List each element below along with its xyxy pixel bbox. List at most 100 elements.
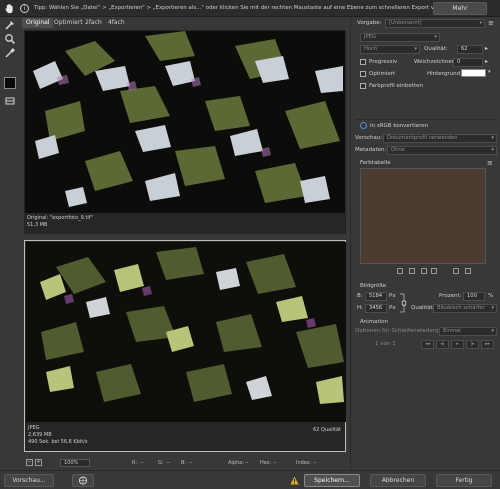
optimized-checkbox[interactable] [360, 71, 366, 77]
save-button[interactable]: Speichern... [304, 474, 360, 487]
browser-preview-button[interactable] [72, 474, 94, 487]
optimized-label: Optimiert [369, 71, 396, 77]
previous-frame-icon[interactable]: ◂| [436, 340, 449, 349]
index-value: -- [313, 460, 317, 466]
settings-panel: Vorgabe: [Unbenannt] ≡ JPEG Hoch Qualitä… [350, 17, 500, 470]
resample-label: Qualität: [411, 305, 435, 311]
preset-menu-icon[interactable]: ≡ [488, 19, 494, 27]
preset-select[interactable]: [Unbenannt] [385, 19, 485, 28]
convert-srgb-checkbox[interactable] [360, 122, 367, 129]
g-value: -- [166, 460, 170, 466]
preview-button[interactable]: Vorschau... [4, 474, 54, 487]
zoom-select[interactable]: 100% [60, 459, 90, 467]
zoom-out-icon[interactable]: − [26, 459, 33, 466]
percent-input[interactable]: 100 [463, 292, 485, 301]
optimized-download-time: 490 Sek. bei 56,6 Kbit/s [28, 439, 88, 445]
quality-dropdown-icon[interactable]: ▸ [485, 45, 488, 52]
status-bar: − + 100% R: -- G: -- B: -- Alpha: -- Hex… [20, 457, 350, 469]
last-frame-icon[interactable]: ▸▸ [481, 340, 494, 349]
height-label: H: [357, 305, 363, 311]
hex-label: Hex: [260, 460, 272, 466]
g-label: G: [158, 460, 164, 466]
zoom-tool-icon[interactable] [4, 33, 16, 45]
r-value: -- [140, 460, 144, 466]
warning-icon [290, 476, 299, 485]
metadata-label: Metadaten: [355, 147, 387, 153]
preset-label: Vorgabe: [357, 20, 382, 26]
tab-4up[interactable]: 4fach [104, 18, 129, 28]
format-select[interactable]: JPEG [360, 33, 440, 42]
zoom-in-icon[interactable]: + [35, 459, 42, 466]
hand-tool-icon[interactable] [4, 3, 15, 14]
optimized-caption: JPEG 2,639 MB 490 Sek. bei 56,6 Kbit/s [28, 425, 88, 446]
alpha-value: -- [245, 460, 249, 466]
embed-profile-checkbox[interactable] [360, 83, 366, 89]
original-filesize: 51,3 MB [27, 222, 48, 228]
done-button[interactable]: Fertig [436, 474, 492, 487]
next-frame-icon[interactable]: |▸ [466, 340, 479, 349]
height-input[interactable]: 3456 [365, 304, 387, 313]
width-unit: Px [389, 293, 396, 299]
height-unit: Px [389, 305, 396, 311]
resample-select[interactable]: Bikubisch schärfer [433, 304, 497, 313]
footer: Vorschau... Speichern... Abbrechen Ferti… [0, 470, 500, 489]
delete-color-icon[interactable] [465, 268, 471, 274]
play-icon[interactable]: ▸ [451, 340, 464, 349]
color-table[interactable] [360, 168, 486, 264]
optimized-preview-image[interactable] [26, 242, 346, 422]
color-palette-icon[interactable] [431, 268, 437, 274]
toggle-slices-icon[interactable] [4, 95, 16, 107]
tip-bar: i Tipp: Wählen Sie „Datei“ > „Exportiere… [0, 0, 500, 17]
new-color-icon[interactable] [453, 268, 459, 274]
eyedropper-color-swatch[interactable] [4, 77, 16, 89]
link-proportions-icon[interactable] [399, 292, 407, 314]
color-table-menu-icon[interactable]: ≡ [487, 159, 493, 167]
embed-profile-label: Farbprofil einbetten [369, 83, 423, 89]
lock-color-icon[interactable] [397, 268, 403, 274]
eyedropper-tool-icon[interactable] [4, 47, 16, 59]
progressive-label: Progressiv [369, 59, 398, 65]
alpha-label: Alpha: [228, 460, 244, 466]
slice-select-tool-icon[interactable] [4, 19, 16, 31]
view-tabs: Original Optimiert 2fach 4fach [20, 17, 350, 29]
tab-original[interactable]: Original [22, 18, 54, 28]
more-button[interactable]: Mehr [433, 2, 487, 15]
image-size-label: Bildgröße [360, 283, 387, 289]
progressive-checkbox[interactable] [360, 59, 366, 65]
b-label: B: [181, 460, 187, 466]
optimized-filesize: 2,639 MB [28, 432, 52, 438]
original-preview-pane: Original: "exportfoto_9.tif" 51,3 MB [24, 30, 346, 234]
animation-controls: ◂◂ ◂| ▸ |▸ ▸▸ [421, 340, 500, 349]
metadata-select[interactable]: Ohne [387, 146, 497, 155]
optimized-format: JPEG [28, 425, 40, 431]
first-frame-icon[interactable]: ◂◂ [421, 340, 434, 349]
matte-color-swatch[interactable] [461, 69, 486, 77]
original-preview-image[interactable] [25, 31, 345, 213]
matte-label: Hintergrund: [427, 71, 462, 77]
lock-icon[interactable] [421, 268, 427, 274]
width-label: B: [357, 293, 363, 299]
b-value: -- [189, 460, 193, 466]
optimized-quality: 62 Qualität [313, 427, 341, 433]
original-caption: Original: "exportfoto_9.tif" 51,3 MB [27, 215, 93, 229]
quality-input[interactable]: 62 [457, 45, 483, 54]
optimized-preview-pane: JPEG 2,639 MB 490 Sek. bei 56,6 Kbit/s 6… [24, 240, 346, 452]
loop-options-label: Optionen für Schleifenwiedergabe: [355, 328, 451, 334]
blur-label: Weichzeichnen: [414, 59, 458, 65]
blur-input[interactable]: 0 [453, 58, 483, 67]
index-label: Index: [296, 460, 312, 466]
blur-dropdown-icon[interactable]: ▸ [485, 58, 488, 65]
loop-options-select[interactable]: Einmal [439, 327, 497, 336]
r-label: R: [132, 460, 138, 466]
tip-text: Tipp: Wählen Sie „Datei“ > „Exportieren“… [34, 5, 472, 11]
matte-dropdown-icon[interactable]: ▾ [488, 69, 491, 75]
cancel-button[interactable]: Abbrechen [370, 474, 426, 487]
tab-2up[interactable]: 2fach [81, 18, 106, 28]
info-icon: i [20, 4, 29, 13]
animation-label: Animation [360, 319, 389, 325]
percent-unit: % [488, 293, 494, 299]
web-shift-icon[interactable] [409, 268, 415, 274]
quality-level-select[interactable]: Hoch [360, 45, 420, 54]
preview-select[interactable]: Dokumentprofil verwenden [383, 134, 497, 143]
width-input[interactable]: 5184 [365, 292, 387, 301]
